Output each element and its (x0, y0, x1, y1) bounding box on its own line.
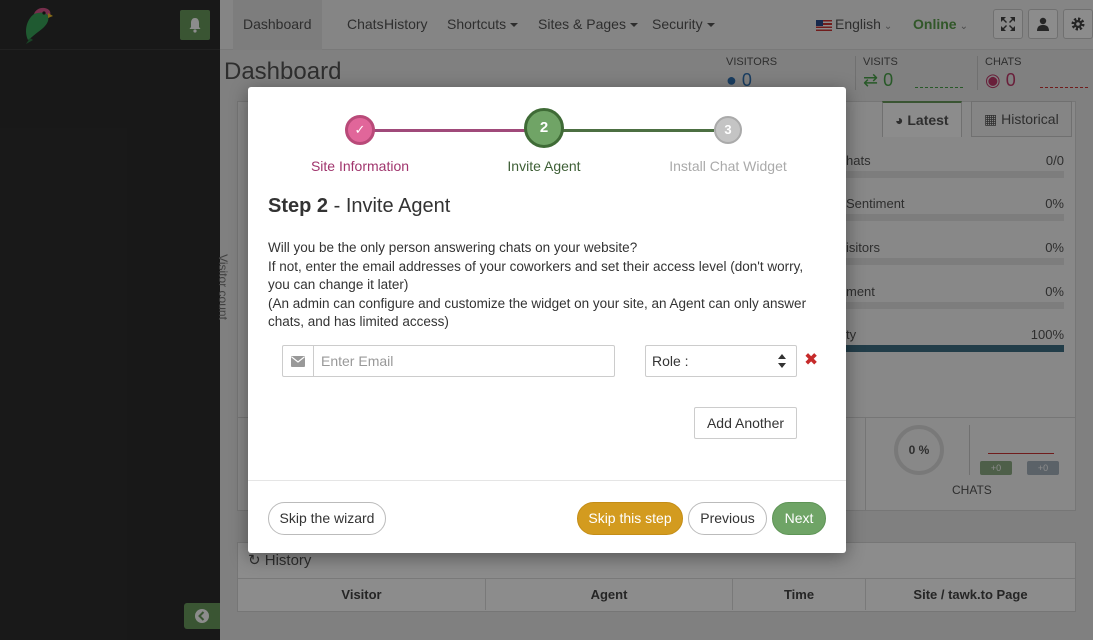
step-2-label: Invite Agent (507, 158, 581, 174)
step-3-number: 3 (724, 122, 732, 137)
step-2-circle: 2 (524, 108, 564, 148)
modal-footer: Skip the wizard Skip this step Previous … (248, 480, 846, 553)
next-button[interactable]: Next (772, 502, 826, 535)
heading-step-number: Step 2 (268, 195, 329, 217)
wizard-instructions: Will you be the only person answering ch… (268, 239, 828, 332)
instruction-line-1: Will you be the only person answering ch… (268, 240, 638, 255)
step-3-circle: 3 (714, 116, 742, 144)
step-1-label: Site Information (310, 158, 410, 174)
email-input-group (282, 345, 615, 377)
sort-arrows-icon (778, 354, 786, 368)
skip-wizard-button[interactable]: Skip the wizard (268, 502, 386, 535)
step-1-circle: ✓ (345, 115, 375, 145)
wizard-heading: Step 2 - Invite Agent (268, 195, 450, 218)
envelope-icon (283, 346, 314, 376)
instruction-line-2: If not, enter the email addresses of you… (268, 258, 804, 293)
heading-step-title: Invite Agent (345, 195, 451, 217)
skip-step-button[interactable]: Skip this step (577, 502, 683, 535)
heading-separator: - (328, 195, 346, 217)
role-select[interactable]: Role : (645, 345, 797, 377)
email-input[interactable] (314, 346, 614, 376)
check-icon: ✓ (354, 122, 366, 137)
step-connector-1 (374, 129, 544, 132)
remove-row-icon[interactable]: ✖ (804, 350, 818, 370)
step-connector-2 (544, 129, 714, 132)
role-select-value: Role : (652, 353, 689, 369)
add-another-button[interactable]: Add Another (694, 407, 797, 439)
previous-button[interactable]: Previous (688, 502, 767, 535)
setup-wizard-modal: ✓ 2 3 Site Information Invite Agent Inst… (248, 87, 846, 553)
instruction-line-3: (An admin can configure and customize th… (268, 295, 807, 330)
step-3-label: Install Chat Widget (669, 158, 787, 174)
step-2-number: 2 (539, 119, 549, 136)
